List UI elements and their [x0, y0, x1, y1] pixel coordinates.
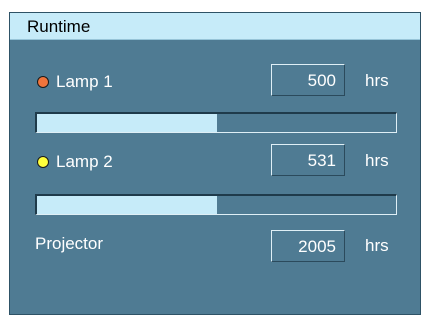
- lamp-1-progress-fill: [37, 114, 217, 132]
- lamp-2-progress-fill: [37, 196, 217, 214]
- lamp-1-hours-value: 500: [307, 71, 336, 90]
- lamp-2-hours-value: 531: [307, 151, 336, 170]
- projector-hours-field: 2005: [271, 230, 345, 262]
- projector-hours-unit: hrs: [365, 236, 389, 255]
- lamp-1-label: Lamp 1: [56, 72, 113, 91]
- runtime-window: Runtime Lamp 1 500 hrs Lamp 2 531 hrs Pr…: [9, 12, 421, 315]
- projector-hours-value: 2005: [298, 237, 336, 256]
- lamp-2-hours-field: 531: [271, 144, 345, 176]
- lamp-1-status-icon: [37, 76, 49, 88]
- window-title: Runtime: [27, 17, 91, 36]
- lamp-1-hours-field: 500: [271, 64, 345, 96]
- projector-label: Projector: [35, 234, 104, 253]
- lamp-1-progress-bar: [35, 112, 397, 133]
- title-bar: Runtime: [10, 13, 420, 40]
- lamp-2-status-icon: [37, 156, 49, 168]
- lamp-2-label: Lamp 2: [56, 152, 113, 171]
- lamp-2-hours-unit: hrs: [365, 151, 389, 170]
- lamp-2-progress-bar: [35, 194, 397, 215]
- lamp-1-hours-unit: hrs: [365, 71, 389, 90]
